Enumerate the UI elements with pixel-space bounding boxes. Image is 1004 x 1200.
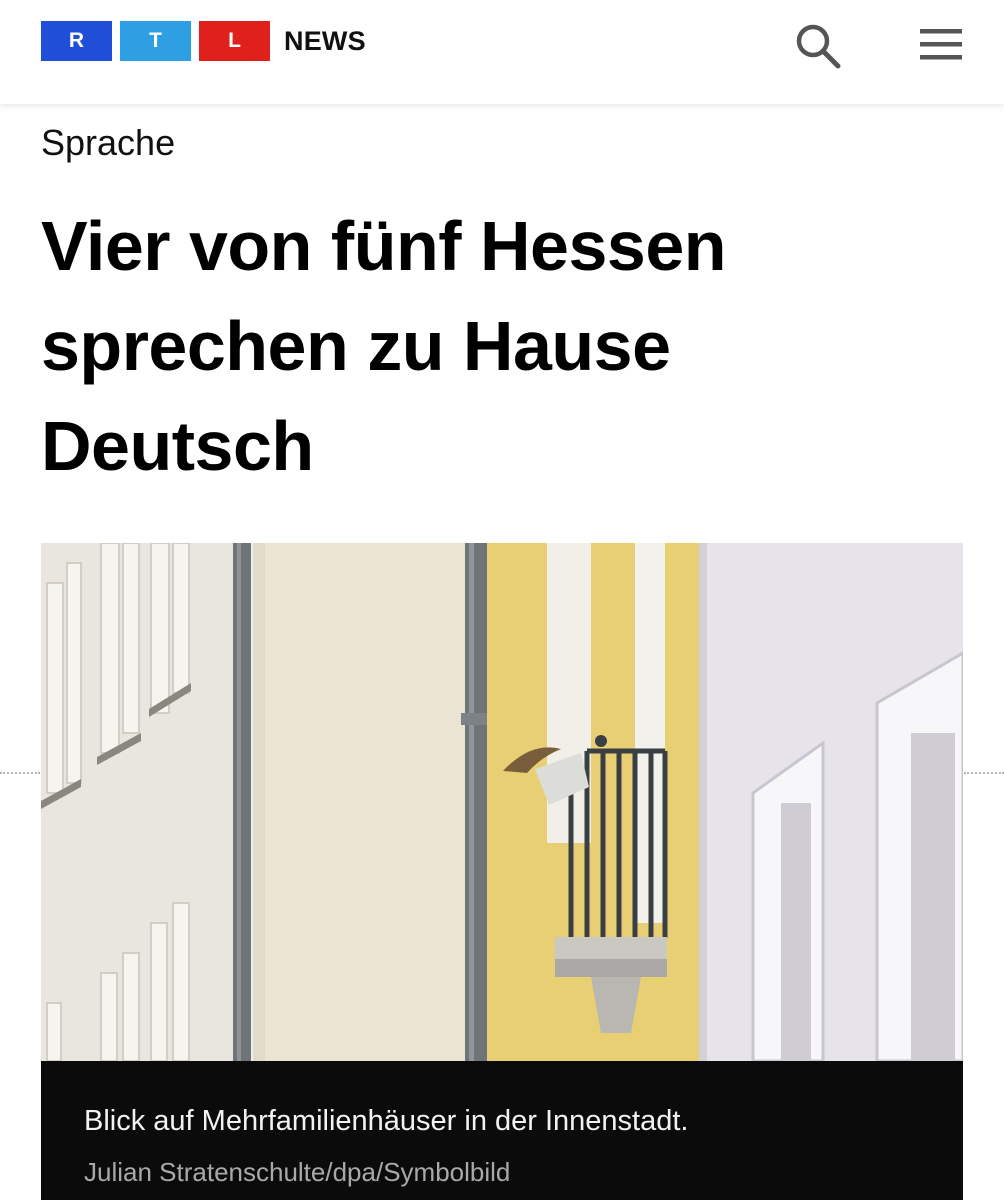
rtl-news-logo[interactable]: R T L NEWS [41, 21, 366, 61]
building-facade-photo [41, 543, 963, 1061]
image-credit: Julian Stratenschulte/dpa/Symbolbild [84, 1157, 511, 1187]
article-headline: Vier von fünf Hessen sprechen zu Hause D… [41, 196, 961, 496]
article-image[interactable] [41, 543, 963, 1061]
search-icon [796, 24, 841, 69]
logo-news-word: NEWS [284, 25, 366, 56]
image-caption: Blick auf Mehrfamilienhäuser in der Inne… [84, 1105, 689, 1137]
logo-letter-r: R [41, 21, 112, 61]
image-caption-box: Blick auf Mehrfamilienhäuser in der Inne… [41, 1061, 963, 1200]
headline-line: Deutsch [41, 407, 314, 485]
divider-dotted-right [964, 772, 1004, 774]
divider-dotted-left [0, 772, 40, 774]
headline-line: sprechen zu Hause [41, 307, 671, 385]
headline-line: Vier von fünf Hessen [41, 207, 727, 285]
hamburger-menu-icon [920, 29, 962, 60]
page: R T L NEWS Sprache Vier von fünf Hessen … [0, 0, 1004, 1200]
article-kicker: Sprache [41, 122, 176, 163]
logo-letter-l: L [199, 21, 270, 61]
menu-button[interactable] [916, 22, 966, 66]
logo-letter-t: T [120, 21, 191, 61]
site-header: R T L NEWS [0, 0, 1004, 104]
search-button[interactable] [792, 20, 844, 72]
